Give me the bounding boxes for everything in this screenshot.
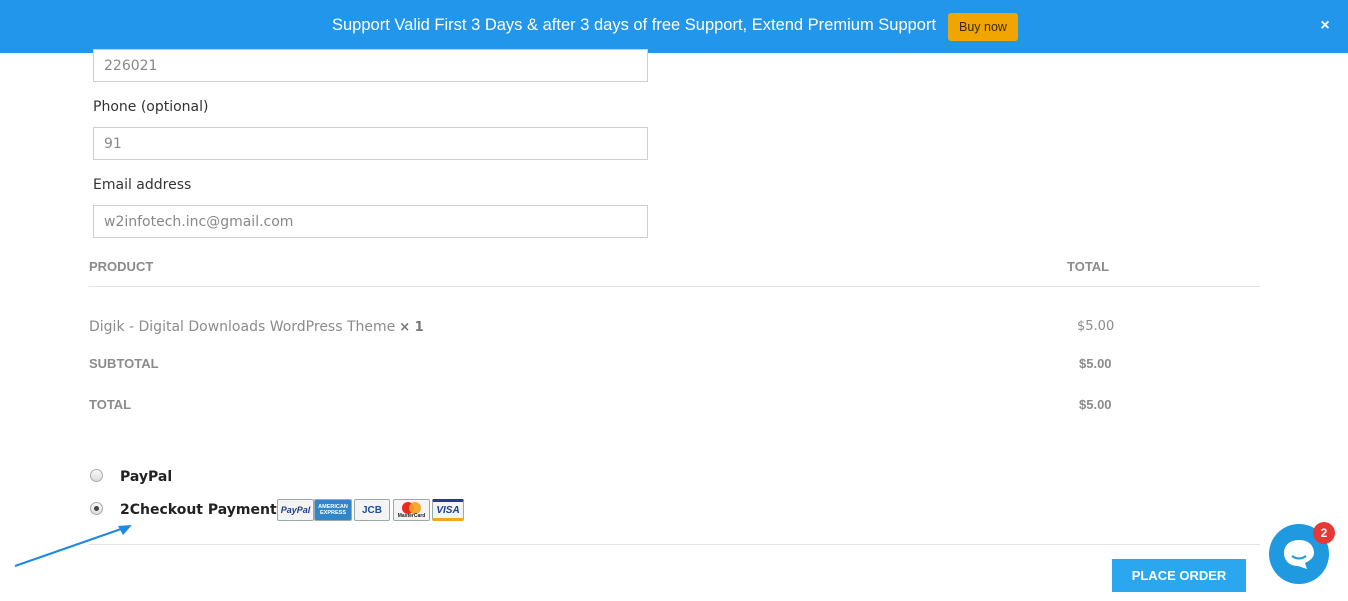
mastercard-card-icon: MasterCard — [393, 499, 430, 521]
phone-field[interactable] — [93, 127, 648, 160]
buy-now-button[interactable]: Buy now — [948, 13, 1018, 41]
subtotal-label: SUBTOTAL — [89, 356, 159, 371]
phone-label: Phone (optional) — [93, 99, 209, 115]
phone-input[interactable] — [94, 128, 647, 159]
paypal-card-icon: PayPal — [277, 499, 314, 521]
email-input[interactable] — [94, 206, 647, 237]
product-quantity: × 1 — [399, 320, 424, 335]
postcode-field[interactable] — [93, 49, 648, 82]
table-divider — [89, 286, 1260, 287]
total-column-header: TOTAL — [1067, 259, 1110, 274]
support-banner: Support Valid First 3 Days & after 3 day… — [0, 0, 1348, 53]
close-icon[interactable]: × — [1316, 16, 1334, 36]
subtotal-value: $5.00 — [1079, 356, 1112, 371]
payment-divider — [89, 544, 1260, 545]
annotation-arrow-icon — [14, 525, 132, 567]
total-label: TOTAL — [89, 397, 132, 412]
paypal-radio[interactable] — [90, 469, 103, 482]
paypal-label[interactable]: PayPal — [120, 469, 172, 485]
chat-notification-badge: 2 — [1313, 522, 1335, 544]
product-column-header: PRODUCT — [89, 259, 154, 274]
email-label: Email address — [93, 177, 192, 193]
support-message: Support Valid First 3 Days & after 3 day… — [332, 16, 937, 34]
product-title: Digik - Digital Downloads WordPress Them… — [89, 319, 396, 335]
amex-card-icon: AMERICAN EXPRESS — [314, 499, 352, 521]
visa-card-icon: VISA — [432, 499, 464, 521]
email-field[interactable] — [93, 205, 648, 238]
total-value: $5.00 — [1079, 397, 1112, 412]
2checkout-label[interactable]: 2Checkout Payment — [120, 502, 277, 518]
2checkout-radio[interactable] — [90, 502, 103, 515]
product-name: Digik - Digital Downloads WordPress Them… — [89, 319, 424, 335]
jcb-card-icon: JCB — [354, 499, 390, 521]
product-total: $5.00 — [1077, 319, 1115, 334]
place-order-button[interactable]: PLACE ORDER — [1112, 559, 1246, 592]
postcode-input[interactable] — [94, 50, 647, 81]
